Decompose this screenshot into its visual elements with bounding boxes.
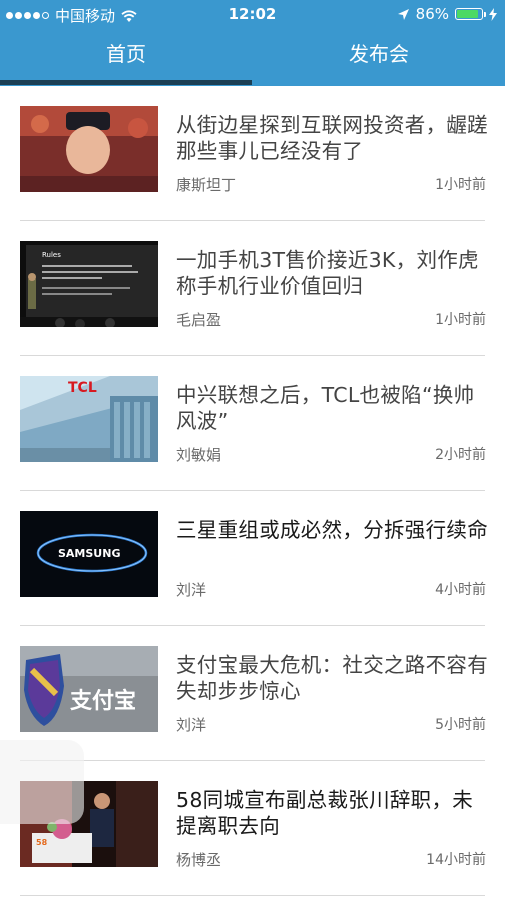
charging-bolt-icon (489, 7, 497, 21)
tab-bar: 首页 发布会 (0, 28, 505, 86)
svg-text:Rules: Rules (42, 251, 61, 259)
floating-assistive-touch[interactable] (0, 740, 84, 824)
article-title[interactable]: 三星重组或成必然，分拆强行续命 (176, 517, 488, 543)
article-thumbnail: TCL (20, 376, 158, 462)
svg-text:支付宝: 支付宝 (70, 688, 136, 714)
article-time: 14小时前 (426, 852, 486, 868)
article-item[interactable]: TCL 中兴联想之后，TCL也被陷“换帅风波” 刘敏娟 2小时前 (0, 356, 505, 491)
article-author: 康斯坦丁 (176, 176, 237, 194)
active-tab-indicator (0, 80, 252, 85)
article-time: 5小时前 (435, 717, 486, 733)
article-author: 刘洋 (176, 581, 207, 599)
article-thumbnail (20, 106, 158, 192)
battery-percent: 86% (415, 5, 449, 23)
article-time: 4小时前 (435, 582, 486, 598)
status-bar: 中国移动 12:02 86% (0, 0, 505, 28)
location-arrow-icon (397, 8, 409, 20)
article-thumbnail: 支付宝 (20, 646, 158, 732)
tab-launch-events[interactable]: 发布会 (253, 28, 505, 80)
article-title[interactable]: 从街边星探到互联网投资者，龌蹉那些事儿已经没有了 (176, 112, 488, 164)
article-title[interactable]: 一加手机3T售价接近3K，刘作虎称手机行业价值回归 (176, 247, 488, 299)
article-author: 刘敏娟 (176, 446, 222, 464)
article-time: 2小时前 (435, 447, 486, 463)
article-time: 1小时前 (435, 312, 486, 328)
battery-icon (455, 8, 486, 20)
article-author: 刘洋 (176, 716, 207, 734)
article-thumbnail: SAMSUNG (20, 511, 158, 597)
article-title[interactable]: 中兴联想之后，TCL也被陷“换帅风波” (176, 382, 488, 434)
article-thumbnail: Rules (20, 241, 158, 327)
article-item[interactable]: Rules 一加手机3T售价接近3K，刘作虎称手机行业价值回归 毛启盈 1小时前 (0, 221, 505, 356)
svg-text:58: 58 (36, 838, 48, 847)
article-author: 毛启盈 (176, 311, 222, 329)
article-title[interactable]: 58同城宣布副总裁张川辞职，未提离职去向 (176, 787, 488, 839)
divider (20, 895, 485, 896)
article-item[interactable]: 支付宝 支付宝最大危机：社交之路不容有失却步步惊心 刘洋 5小时前 (0, 626, 505, 761)
tab-home[interactable]: 首页 (0, 28, 252, 80)
article-author: 杨博丞 (176, 851, 222, 869)
article-item[interactable]: 从街边星探到互联网投资者，龌蹉那些事儿已经没有了 康斯坦丁 1小时前 (0, 86, 505, 221)
article-title[interactable]: 支付宝最大危机：社交之路不容有失却步步惊心 (176, 652, 488, 704)
svg-text:SAMSUNG: SAMSUNG (58, 547, 120, 560)
svg-text:TCL: TCL (68, 380, 97, 396)
article-time: 1小时前 (435, 177, 486, 193)
article-item[interactable]: SAMSUNG 三星重组或成必然，分拆强行续命 刘洋 4小时前 (0, 491, 505, 626)
status-right: 86% (397, 5, 497, 23)
